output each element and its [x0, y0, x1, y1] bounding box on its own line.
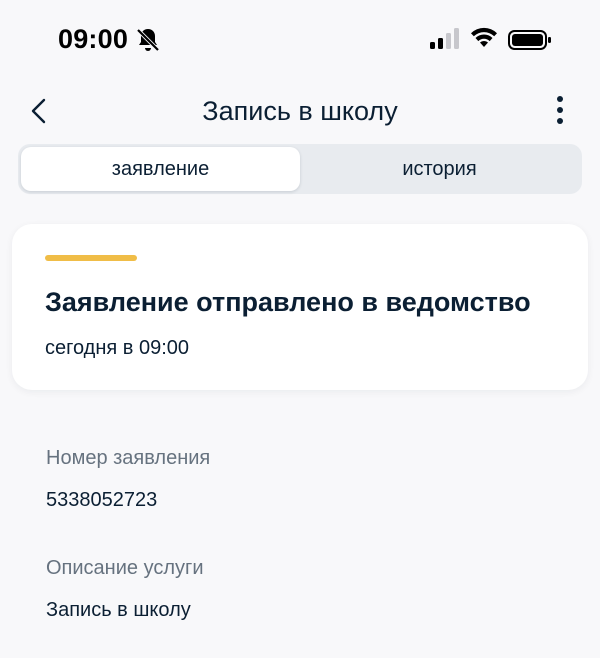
service-description-value: Запись в школу: [46, 599, 191, 621]
bell-slash-icon: [136, 28, 160, 52]
status-time: 09:00: [58, 24, 129, 54]
more-vertical-icon[interactable]: [546, 94, 574, 126]
wifi-icon: [471, 27, 497, 47]
battery-icon: [508, 30, 551, 50]
status-date: сегодня в 09:00: [45, 337, 189, 359]
cellular-signal-icon: [430, 28, 459, 49]
tab-switcher: заявление история: [18, 144, 582, 194]
status-bar: 09:00: [0, 0, 600, 80]
tab-history[interactable]: история: [300, 147, 579, 191]
status-card: Заявление отправлено в ведомство сегодня…: [12, 224, 588, 390]
nav-bar: Запись в школу: [0, 80, 600, 140]
status-indicator-bar: [45, 255, 137, 261]
service-description-label: Описание услуги: [46, 557, 204, 579]
page-title: Запись в школу: [202, 96, 398, 126]
status-title: Заявление отправлено в ведомство: [45, 287, 531, 317]
application-number-label: Номер заявления: [46, 447, 211, 469]
application-number-value: 5338052723: [46, 489, 158, 511]
tab-application[interactable]: заявление: [21, 147, 300, 191]
